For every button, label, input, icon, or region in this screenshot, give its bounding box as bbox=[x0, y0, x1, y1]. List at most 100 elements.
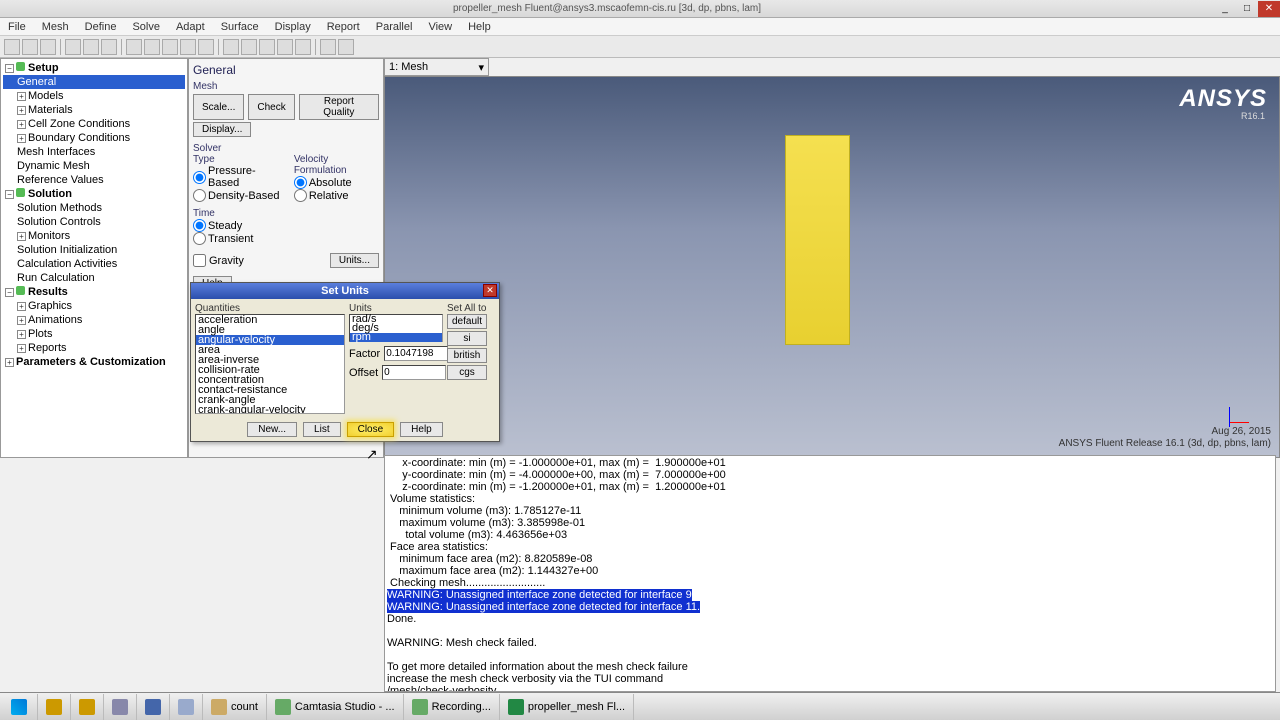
close-button[interactable]: ✕ bbox=[1258, 1, 1280, 17]
toolbar-button[interactable] bbox=[4, 39, 20, 55]
tree-animations[interactable]: +Animations bbox=[3, 313, 185, 327]
warning-highlight: WARNING: Unassigned interface zone detec… bbox=[387, 589, 692, 601]
maximize-button[interactable]: □ bbox=[1236, 1, 1258, 17]
tree-calcact[interactable]: Calculation Activities bbox=[3, 257, 185, 271]
graphics-viewport[interactable]: ANSYS R16.1 Aug 26, 2015 ANSYS Fluent Re… bbox=[384, 76, 1280, 458]
list-button[interactable]: List bbox=[303, 422, 341, 437]
taskbar-app[interactable] bbox=[104, 694, 137, 720]
menu-help[interactable]: Help bbox=[464, 20, 495, 34]
taskbar-count[interactable]: count bbox=[203, 694, 267, 720]
new-button[interactable]: New... bbox=[247, 422, 297, 437]
menu-parallel[interactable]: Parallel bbox=[372, 20, 417, 34]
tree-dynmesh[interactable]: Dynamic Mesh bbox=[3, 159, 185, 173]
minimize-button[interactable]: _ bbox=[1214, 1, 1236, 17]
toolbar-button[interactable] bbox=[65, 39, 81, 55]
taskbar-fluent[interactable]: propeller_mesh Fl... bbox=[500, 694, 634, 720]
check-button[interactable]: Check bbox=[248, 94, 294, 120]
menu-define[interactable]: Define bbox=[81, 20, 121, 34]
toolbar-button[interactable] bbox=[198, 39, 214, 55]
menu-display[interactable]: Display bbox=[271, 20, 315, 34]
tree-solinit[interactable]: Solution Initialization bbox=[3, 243, 185, 257]
taskbar-app[interactable] bbox=[137, 694, 170, 720]
tree-runcalc[interactable]: Run Calculation bbox=[3, 271, 185, 285]
tree-monitors[interactable]: +Monitors bbox=[3, 229, 185, 243]
menu-solve[interactable]: Solve bbox=[128, 20, 164, 34]
taskbar-app[interactable] bbox=[38, 694, 71, 720]
toolbar-button[interactable] bbox=[259, 39, 275, 55]
menu-file[interactable]: File bbox=[4, 20, 30, 34]
tree-materials[interactable]: +Materials bbox=[3, 103, 185, 117]
british-button[interactable]: british bbox=[447, 348, 487, 363]
density-based-radio[interactable]: Density-Based bbox=[193, 189, 282, 202]
factor-label: Factor bbox=[349, 348, 380, 360]
offset-input[interactable] bbox=[382, 365, 446, 380]
list-item[interactable]: rpm bbox=[350, 333, 442, 342]
toolbar-button[interactable] bbox=[40, 39, 56, 55]
window-controls: _ □ ✕ bbox=[1214, 1, 1280, 17]
set-units-dialog: Set Units ✕ Quantities acceleration angl… bbox=[190, 282, 500, 442]
taskbar-app[interactable] bbox=[170, 694, 203, 720]
transient-radio[interactable]: Transient bbox=[193, 232, 379, 245]
toolbar-button[interactable] bbox=[83, 39, 99, 55]
tree-refvals[interactable]: Reference Values bbox=[3, 173, 185, 187]
toolbar-button[interactable] bbox=[144, 39, 160, 55]
toolbar-button[interactable] bbox=[320, 39, 336, 55]
tree-solution[interactable]: −Solution bbox=[3, 187, 185, 201]
toolbar-button[interactable] bbox=[277, 39, 293, 55]
menu-surface[interactable]: Surface bbox=[217, 20, 263, 34]
toolbar-button[interactable] bbox=[126, 39, 142, 55]
cgs-button[interactable]: cgs bbox=[447, 365, 487, 380]
si-button[interactable]: si bbox=[447, 331, 487, 346]
tree-results[interactable]: −Results bbox=[3, 285, 185, 299]
menu-view[interactable]: View bbox=[424, 20, 456, 34]
taskbar-app[interactable] bbox=[71, 694, 104, 720]
default-button[interactable]: default bbox=[447, 314, 487, 329]
toolbar-button[interactable] bbox=[162, 39, 178, 55]
pressure-based-radio[interactable]: Pressure-Based bbox=[193, 165, 282, 189]
menu-report[interactable]: Report bbox=[323, 20, 364, 34]
display-button[interactable]: Display... bbox=[193, 122, 251, 137]
tree-boundary[interactable]: +Boundary Conditions bbox=[3, 131, 185, 145]
quantities-listbox[interactable]: acceleration angle angular-velocity area… bbox=[195, 314, 345, 414]
tree-params[interactable]: +Parameters & Customization bbox=[3, 355, 185, 369]
toolbar-button[interactable] bbox=[338, 39, 354, 55]
units-button[interactable]: Units... bbox=[330, 253, 379, 268]
dialog-titlebar[interactable]: Set Units ✕ bbox=[191, 283, 499, 299]
tree-general[interactable]: General bbox=[3, 75, 185, 89]
steady-radio[interactable]: Steady bbox=[193, 219, 379, 232]
toolbar-button[interactable] bbox=[223, 39, 239, 55]
scale-button[interactable]: Scale... bbox=[193, 94, 244, 120]
relative-radio[interactable]: Relative bbox=[294, 189, 379, 202]
tree-plots[interactable]: +Plots bbox=[3, 327, 185, 341]
factor-input[interactable] bbox=[384, 346, 448, 361]
taskbar-recording[interactable]: Recording... bbox=[404, 694, 500, 720]
tree-solcontrols[interactable]: Solution Controls bbox=[3, 215, 185, 229]
toolbar-button[interactable] bbox=[295, 39, 311, 55]
tree-graphics[interactable]: +Graphics bbox=[3, 299, 185, 313]
help-button[interactable]: Help bbox=[400, 422, 443, 437]
close-button[interactable]: Close bbox=[347, 422, 395, 437]
toolbar-button[interactable] bbox=[180, 39, 196, 55]
list-item[interactable]: crank-angular-velocity bbox=[196, 405, 344, 414]
menu-mesh[interactable]: Mesh bbox=[38, 20, 73, 34]
tree-meshif[interactable]: Mesh Interfaces bbox=[3, 145, 185, 159]
toolbar-button[interactable] bbox=[101, 39, 117, 55]
units-listbox[interactable]: rad/s deg/s rpm bbox=[349, 314, 443, 342]
menu-adapt[interactable]: Adapt bbox=[172, 20, 209, 34]
tree-cellzone[interactable]: +Cell Zone Conditions bbox=[3, 117, 185, 131]
taskbar-camtasia[interactable]: Camtasia Studio - ... bbox=[267, 694, 404, 720]
outline-tree[interactable]: −Setup General +Models +Materials +Cell … bbox=[0, 58, 188, 458]
tree-reports[interactable]: +Reports bbox=[3, 341, 185, 355]
tree-models[interactable]: +Models bbox=[3, 89, 185, 103]
tree-setup[interactable]: −Setup bbox=[3, 61, 185, 75]
gravity-checkbox[interactable]: Gravity bbox=[193, 254, 244, 267]
view-selector[interactable]: 1: Mesh▾ bbox=[384, 58, 489, 76]
toolbar-button[interactable] bbox=[22, 39, 38, 55]
text-console[interactable]: x-coordinate: min (m) = -1.000000e+01, m… bbox=[384, 455, 1276, 692]
dialog-close-button[interactable]: ✕ bbox=[483, 284, 497, 297]
report-quality-button[interactable]: Report Quality bbox=[299, 94, 379, 120]
start-button[interactable] bbox=[0, 694, 38, 720]
absolute-radio[interactable]: Absolute bbox=[294, 176, 379, 189]
tree-solmethods[interactable]: Solution Methods bbox=[3, 201, 185, 215]
toolbar-button[interactable] bbox=[241, 39, 257, 55]
